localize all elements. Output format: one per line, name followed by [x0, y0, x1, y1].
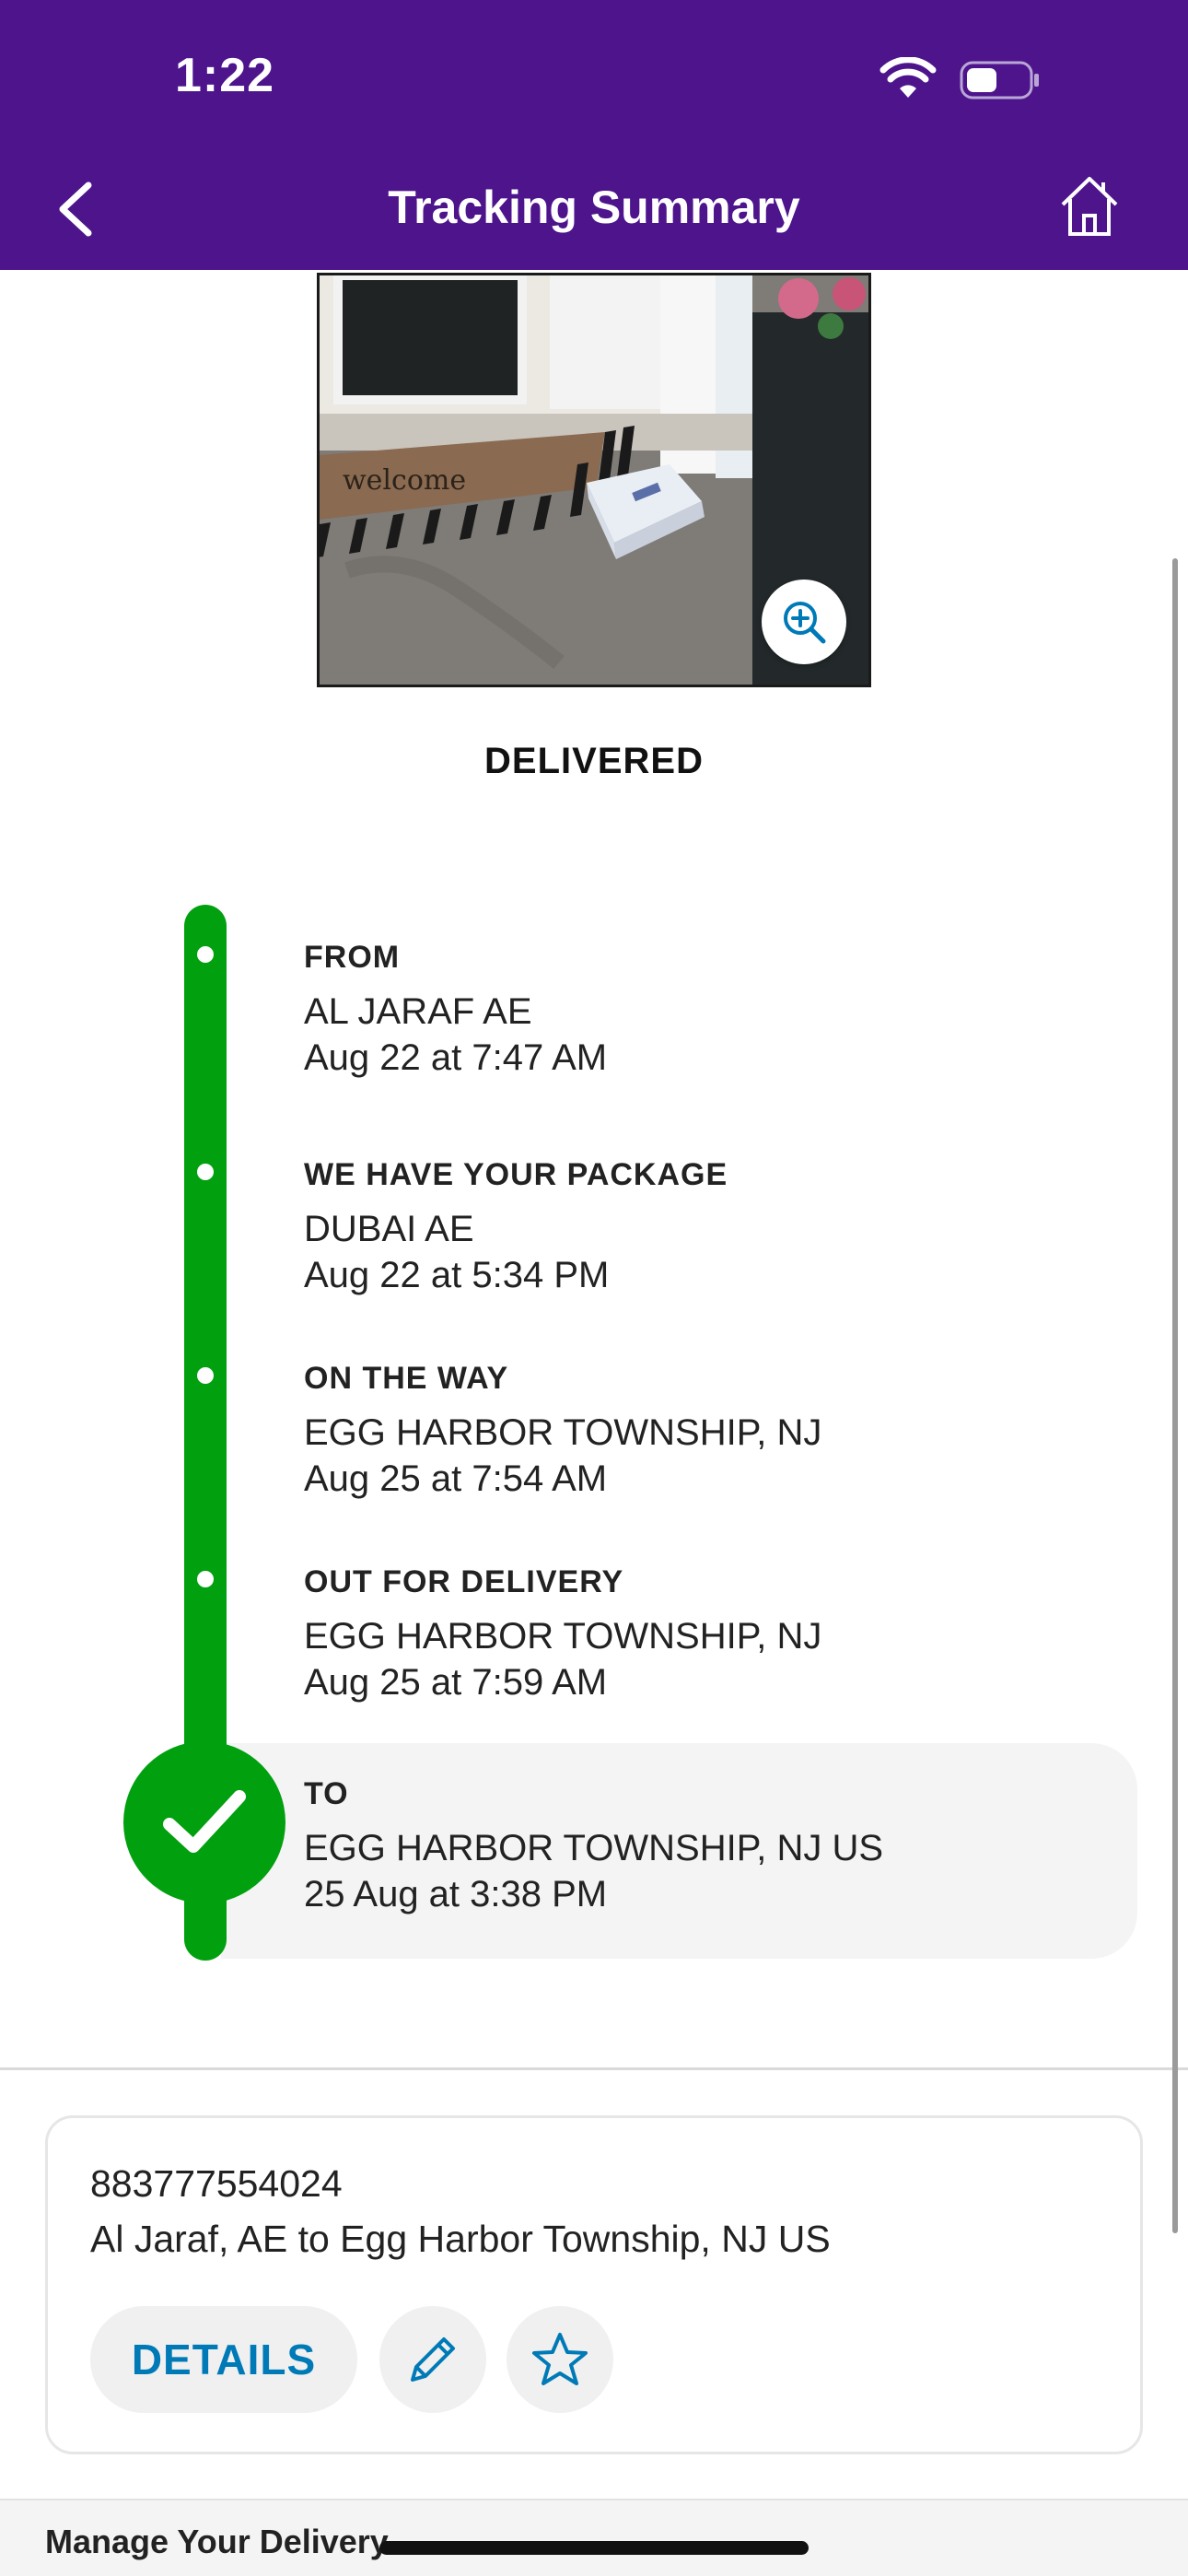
- zoom-in-icon: [784, 602, 826, 644]
- step-label: OUT FOR DELIVERY: [304, 1564, 624, 1599]
- shipment-route: Al Jaraf, AE to Egg Harbor Township, NJ …: [90, 2218, 831, 2260]
- pencil-icon: [411, 2337, 455, 2382]
- step-location: EGG HARBOR TOWNSHIP, NJ US: [304, 1828, 884, 1868]
- timeline-step-out-for-delivery: OUT FOR DELIVERY EGG HARBOR TOWNSHIP, NJ…: [304, 1564, 821, 1705]
- delivery-photo[interactable]: welcome: [317, 273, 871, 687]
- step-time: Aug 25 at 7:59 AM: [304, 1662, 608, 1703]
- battery-icon: [960, 61, 1039, 100]
- details-button[interactable]: DETAILS: [90, 2306, 357, 2413]
- step-location: DUBAI AE: [304, 1209, 474, 1249]
- timeline-dot: [197, 1571, 214, 1587]
- manage-delivery-label[interactable]: Manage Your Delivery: [45, 2523, 389, 2561]
- timeline-dot: [197, 1367, 214, 1384]
- timeline-dot: [197, 946, 214, 963]
- step-time: Aug 22 at 5:34 PM: [304, 1255, 610, 1295]
- step-label: WE HAVE YOUR PACKAGE: [304, 1157, 728, 1192]
- delivery-status: DELIVERED: [484, 741, 704, 781]
- timeline-step-from: FROM AL JARAF AE Aug 22 at 7:47 AM: [304, 940, 607, 1081]
- tracking-number: 883777554024: [90, 2162, 343, 2205]
- step-label: ON THE WAY: [304, 1361, 509, 1396]
- timeline-step-on-the-way: ON THE WAY EGG HARBOR TOWNSHIP, NJ Aug 2…: [304, 1361, 821, 1502]
- mat-text: welcome: [343, 464, 466, 497]
- page-title: Tracking Summary: [388, 181, 800, 233]
- section-divider: [0, 2067, 1188, 2070]
- app-header: 1:22 Tracking Summary: [0, 0, 1188, 270]
- step-label: FROM: [304, 940, 401, 975]
- step-time: 25 Aug at 3:38 PM: [304, 1874, 608, 1914]
- timeline-step-to: TO EGG HARBOR TOWNSHIP, NJ US 25 Aug at …: [304, 1776, 883, 1917]
- step-location: EGG HARBOR TOWNSHIP, NJ: [304, 1412, 822, 1453]
- home-icon[interactable]: [1059, 173, 1120, 238]
- timeline-step-picked-up: WE HAVE YOUR PACKAGE DUBAI AE Aug 22 at …: [304, 1157, 728, 1298]
- step-time: Aug 22 at 7:47 AM: [304, 1037, 608, 1078]
- home-indicator: [379, 2541, 809, 2555]
- favorite-button[interactable]: [507, 2306, 613, 2413]
- step-label: TO: [304, 1776, 349, 1811]
- timeline-dot: [197, 1164, 214, 1180]
- delivered-check-icon: [123, 1741, 285, 1903]
- zoom-button[interactable]: [762, 580, 846, 664]
- scrollbar[interactable]: [1172, 558, 1178, 2233]
- step-location: AL JARAF AE: [304, 991, 532, 1032]
- status-time: 1:22: [175, 49, 275, 102]
- edit-button[interactable]: [379, 2306, 486, 2413]
- step-location: EGG HARBOR TOWNSHIP, NJ: [304, 1616, 822, 1657]
- step-time: Aug 25 at 7:54 AM: [304, 1458, 608, 1499]
- star-icon: [532, 2333, 588, 2385]
- wifi-icon: [879, 57, 937, 98]
- shipment-card[interactable]: 883777554024 Al Jaraf, AE to Egg Harbor …: [45, 2115, 1143, 2454]
